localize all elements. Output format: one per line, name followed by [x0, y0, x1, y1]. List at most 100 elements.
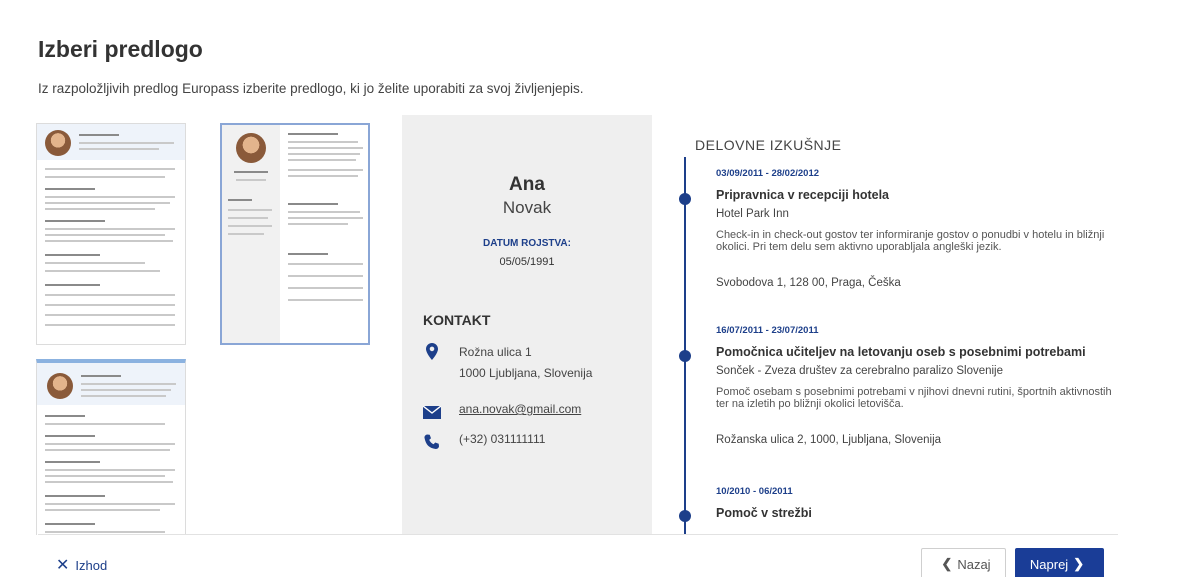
- thumb-line: [288, 169, 363, 171]
- thumb-line: [45, 469, 175, 471]
- thumb-line: [45, 228, 175, 230]
- thumb-line: [288, 203, 338, 205]
- cv-last-name: Novak: [502, 198, 552, 217]
- thumb-line: [45, 202, 170, 204]
- thumb-line: [79, 134, 119, 136]
- thumb-line: [45, 270, 160, 272]
- cv-sidebar: Ana Novak DATUM ROJSTVA: 05/05/1991 KONT…: [402, 115, 652, 535]
- phone-icon: [423, 433, 441, 451]
- thumb-line: [45, 284, 100, 286]
- chevron-left-icon: ❮: [941, 556, 953, 571]
- template-list: [20, 115, 400, 535]
- thumb-line: [288, 299, 363, 301]
- cv-entry-role: Pripravnica v recepciji hotela: [716, 188, 889, 202]
- thumb-line: [45, 240, 173, 242]
- thumb-line: [288, 141, 358, 143]
- thumb-line: [228, 209, 272, 211]
- template-thumbnail[interactable]: [36, 123, 186, 345]
- cv-preview: Ana Novak DATUM ROJSTVA: 05/05/1991 KONT…: [402, 115, 1197, 535]
- thumb-line: [228, 225, 272, 227]
- thumb-line: [79, 148, 159, 150]
- cv-entry-desc: Check-in in check-out gostov ter informi…: [716, 229, 1176, 253]
- cv-dob: 05/05/1991: [499, 256, 555, 268]
- cv-entry-date: 10/2010 - 06/2011: [716, 486, 793, 497]
- cv-address-line2: 1000 Ljubljana, Slovenija: [459, 366, 593, 380]
- back-label: Nazaj: [957, 556, 991, 572]
- thumb-line: [45, 503, 175, 505]
- exit-label: Izhod: [75, 557, 108, 573]
- cv-main: DELOVNE IZKUŠNJE 03/09/2011 - 28/02/2012…: [652, 115, 1197, 535]
- location-pin-icon: [423, 342, 441, 360]
- avatar: [236, 133, 266, 163]
- thumb-line: [288, 223, 348, 225]
- cv-entry: 16/07/2011 - 23/07/2011 Pomočnica učitel…: [716, 325, 1176, 446]
- cv-address-line1: Rožna ulica 1: [459, 345, 532, 359]
- thumb-line: [45, 475, 165, 477]
- thumb-line: [288, 275, 363, 277]
- cv-entry-org: Sonček - Zveza društev za cerebralno par…: [716, 365, 1004, 377]
- cv-dob-label: DATUM ROJSTVA:: [483, 238, 571, 249]
- cv-entry-desc: Pomoč osebam s posebnimi potrebami v nji…: [716, 386, 1176, 410]
- avatar: [45, 130, 71, 156]
- cv-entry: 03/09/2011 - 28/02/2012 Pripravnica v re…: [716, 168, 1176, 289]
- thumb-line: [45, 294, 175, 296]
- timeline-dot: [679, 193, 691, 205]
- thumb-line: [45, 168, 175, 170]
- cv-experience-heading: DELOVNE IZKUŠNJE: [695, 137, 842, 153]
- template-thumbnail-selected[interactable]: [220, 123, 370, 345]
- cv-address: Rožna ulica 1 1000 Ljubljana, Slovenija: [423, 342, 592, 384]
- thumb-line: [81, 389, 171, 391]
- thumb-line: [45, 324, 175, 326]
- cv-email-link[interactable]: ana.novak@gmail.com: [459, 399, 581, 420]
- timeline-dot: [679, 350, 691, 362]
- cv-address-text: Rožna ulica 1 1000 Ljubljana, Slovenija: [459, 342, 592, 384]
- thumb-line: [45, 423, 165, 425]
- thumb-line: [81, 395, 166, 397]
- thumb-line: [45, 449, 170, 451]
- cv-entry-role: Pomoč v strežbi: [716, 506, 812, 520]
- thumb-line: [228, 199, 252, 201]
- cv-entry-address: Svobodova 1, 128 00, Praga, Češka: [716, 277, 901, 289]
- thumb-line: [45, 509, 160, 511]
- thumb-line: [45, 443, 175, 445]
- thumb-line: [288, 211, 360, 213]
- thumb-line: [228, 233, 264, 235]
- thumb-line: [45, 220, 105, 222]
- thumb-line: [234, 171, 268, 173]
- thumb-line: [45, 208, 155, 210]
- thumb-line: [288, 133, 338, 135]
- thumb-line: [288, 153, 360, 155]
- template-thumbnail[interactable]: [36, 359, 186, 535]
- thumb-line: [45, 304, 175, 306]
- exit-button[interactable]: ✕ Izhod: [56, 555, 107, 575]
- cv-entry-date: 03/09/2011 - 28/02/2012: [716, 168, 820, 179]
- thumb-line: [81, 383, 176, 385]
- cv-entry-desc-line: okolici. Pri tem delu sem aktivno uporab…: [716, 241, 1002, 253]
- thumb-line: [288, 217, 363, 219]
- page-title: Izberi predlogo: [38, 36, 203, 62]
- avatar: [47, 373, 73, 399]
- cv-entry-desc-line: ter na izletih po bližnji okolici letovi…: [716, 398, 904, 410]
- next-button[interactable]: Naprej ❯: [1015, 548, 1104, 577]
- thumb-line: [288, 287, 363, 289]
- back-button[interactable]: ❮ Nazaj: [921, 548, 1006, 577]
- cv-entry: 10/2010 - 06/2011 Pomoč v strežbi: [716, 486, 1176, 520]
- thumb-line: [236, 179, 266, 181]
- thumb-line: [45, 234, 165, 236]
- thumb-line: [45, 262, 145, 264]
- cv-email: ana.novak@gmail.com: [423, 399, 581, 421]
- thumb-line: [81, 375, 121, 377]
- thumb-line: [79, 142, 174, 144]
- cv-phone-text: (+32) 031111111: [459, 432, 546, 446]
- cv-phone: (+32) 031111111: [423, 429, 545, 451]
- close-icon: ✕: [56, 557, 70, 574]
- thumb-line: [288, 175, 358, 177]
- thumb-line: [45, 523, 95, 525]
- thumb-line: [45, 531, 165, 533]
- thumb-line: [288, 159, 356, 161]
- thumb-line: [45, 188, 95, 190]
- thumb-line: [45, 196, 175, 198]
- thumb-line: [45, 495, 105, 497]
- thumb-line: [45, 314, 175, 316]
- cv-entry-date: 16/07/2011 - 23/07/2011: [716, 325, 819, 336]
